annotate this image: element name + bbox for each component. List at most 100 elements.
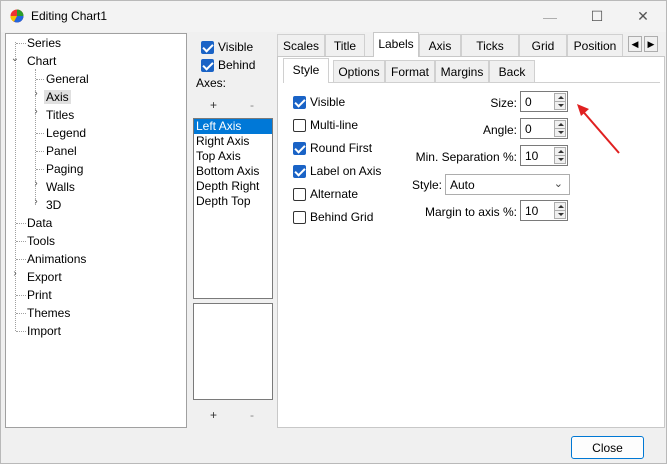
tab-labels[interactable]: Labels — [373, 32, 419, 57]
chevron-right-icon[interactable]: › — [31, 196, 41, 207]
tree-item-label: Import — [27, 324, 62, 338]
tree-item-tools[interactable]: Tools — [27, 232, 55, 250]
tree-item-series[interactable]: Series — [27, 34, 61, 52]
axes-list[interactable]: Left Axis Right Axis Top Axis Bottom Axi… — [193, 118, 273, 299]
angle-stepper[interactable]: 0 — [520, 118, 568, 139]
add-custom-axis-button[interactable]: + — [210, 408, 217, 422]
tree-item-titles[interactable]: Titles — [46, 106, 74, 124]
tree-item-print[interactable]: Print — [27, 286, 52, 304]
round-first-checkbox[interactable]: Round First — [293, 141, 372, 155]
axis-tabs: Scales Title Labels Axis Ticks Grid Posi… — [277, 32, 665, 57]
tree-item-label: General — [46, 72, 89, 86]
chevron-down-icon[interactable]: ⌄ — [10, 53, 20, 64]
add-axis-button[interactable]: + — [210, 98, 217, 112]
tree-item-label: Walls — [46, 180, 75, 194]
margin-to-axis-value: 10 — [525, 204, 539, 218]
axes-list-item[interactable]: Bottom Axis — [194, 164, 272, 179]
style-select[interactable]: Auto ⌄ — [445, 174, 570, 195]
remove-custom-axis-button[interactable]: - — [250, 408, 254, 422]
editor-tree[interactable]: Series ⌄ Chart General › Axis › Titles L… — [5, 33, 187, 428]
multi-line-checkbox[interactable]: Multi-line — [293, 118, 358, 132]
checkbox-unchecked-icon — [293, 210, 306, 224]
axes-behind-label: Behind — [218, 58, 256, 72]
tree-root-line — [15, 42, 16, 331]
chevron-right-icon[interactable]: › — [10, 268, 20, 279]
remove-axis-button[interactable]: - — [250, 98, 254, 112]
stepper-down-icon[interactable] — [554, 210, 566, 219]
tree-item-label: Tools — [27, 234, 56, 248]
tree-branch — [16, 43, 26, 44]
close-window-button[interactable]: ✕ — [620, 1, 666, 32]
tab-axis[interactable]: Axis — [419, 34, 461, 56]
axes-list-item[interactable]: Depth Right — [194, 179, 272, 194]
tree-item-data[interactable]: Data — [27, 214, 52, 232]
maximize-button[interactable]: ☐ — [574, 1, 620, 32]
tree-item-paging[interactable]: Paging — [46, 160, 83, 178]
label-on-axis-checkbox[interactable]: Label on Axis — [293, 164, 381, 178]
tree-item-label: Themes — [27, 306, 71, 320]
axes-visible-checkbox[interactable]: Visible — [201, 40, 253, 54]
stepper-down-icon[interactable] — [554, 128, 566, 137]
tree-item-label: Titles — [46, 108, 75, 122]
tree-branch — [16, 331, 26, 332]
size-stepper[interactable]: 0 — [520, 91, 568, 112]
style-label: Style: — [411, 178, 442, 192]
tab-grid[interactable]: Grid — [519, 34, 567, 56]
tree-item-import[interactable]: Import — [27, 322, 61, 340]
custom-axes-list[interactable] — [193, 303, 273, 400]
stepper-down-icon[interactable] — [554, 155, 566, 164]
tree-item-label: Legend — [46, 126, 87, 140]
tree-item-walls[interactable]: Walls — [46, 178, 75, 196]
annotation-arrow-icon — [577, 104, 620, 154]
checkbox-unchecked-icon — [293, 118, 306, 132]
margin-to-axis-stepper[interactable]: 10 — [520, 200, 568, 221]
tab-ticks[interactable]: Ticks — [461, 34, 519, 56]
tree-item-label: Print — [27, 288, 52, 302]
behind-grid-checkbox[interactable]: Behind Grid — [293, 210, 373, 224]
axes-list-item[interactable]: Left Axis — [194, 119, 272, 134]
subtab-options[interactable]: Options — [333, 60, 385, 82]
visible-checkbox[interactable]: Visible — [293, 95, 345, 109]
subtab-back[interactable]: Back — [489, 60, 535, 82]
editor-window: Editing Chart1 — ☐ ✕ Series ⌄ Chart Gene… — [0, 0, 667, 464]
subtab-margins[interactable]: Margins — [435, 60, 489, 82]
min-separation-label: Min. Separation %: — [415, 150, 517, 164]
axes-list-item[interactable]: Depth Top — [194, 194, 272, 209]
tab-scales[interactable]: Scales — [277, 34, 325, 56]
checkbox-checked-icon — [293, 95, 306, 109]
tree-item-label: Axis — [44, 90, 71, 104]
axes-list-item[interactable]: Top Axis — [194, 149, 272, 164]
tree-branch — [36, 133, 44, 134]
tab-scroll-right-icon[interactable]: ▶ — [644, 36, 658, 52]
tab-scroll-left-icon[interactable]: ◀ — [628, 36, 642, 52]
tree-item-chart[interactable]: Chart — [27, 52, 56, 70]
minimize-button[interactable]: — — [527, 1, 573, 32]
chevron-right-icon[interactable]: › — [31, 88, 41, 99]
tree-item-3d[interactable]: 3D — [46, 196, 61, 214]
tree-item-legend[interactable]: Legend — [46, 124, 86, 142]
stepper-down-icon[interactable] — [554, 101, 566, 110]
subtab-format[interactable]: Format — [385, 60, 435, 82]
tree-item-label: 3D — [46, 198, 62, 212]
tree-item-export[interactable]: Export — [27, 268, 62, 286]
tree-item-axis[interactable]: Axis — [44, 88, 71, 106]
min-separation-stepper[interactable]: 10 — [520, 145, 568, 166]
chevron-right-icon[interactable]: › — [31, 106, 41, 117]
axes-list-item[interactable]: Right Axis — [194, 134, 272, 149]
tree-item-general[interactable]: General — [46, 70, 89, 88]
tab-position[interactable]: Position — [567, 34, 623, 56]
tab-title[interactable]: Title — [325, 34, 365, 56]
checkbox-checked-icon — [293, 141, 306, 155]
tree-branch — [16, 295, 26, 296]
margin-to-axis-label: Margin to axis %: — [424, 205, 517, 219]
tree-item-animations[interactable]: Animations — [27, 250, 86, 268]
close-button[interactable]: Close — [571, 436, 644, 459]
alternate-checkbox[interactable]: Alternate — [293, 187, 358, 201]
style-value: Auto — [450, 178, 475, 192]
chevron-right-icon[interactable]: › — [31, 178, 41, 189]
tree-item-themes[interactable]: Themes — [27, 304, 70, 322]
subtab-style[interactable]: Style — [283, 58, 329, 83]
axes-behind-checkbox[interactable]: Behind — [201, 58, 255, 72]
tree-item-panel[interactable]: Panel — [46, 142, 77, 160]
tree-item-label: Chart — [27, 54, 57, 68]
